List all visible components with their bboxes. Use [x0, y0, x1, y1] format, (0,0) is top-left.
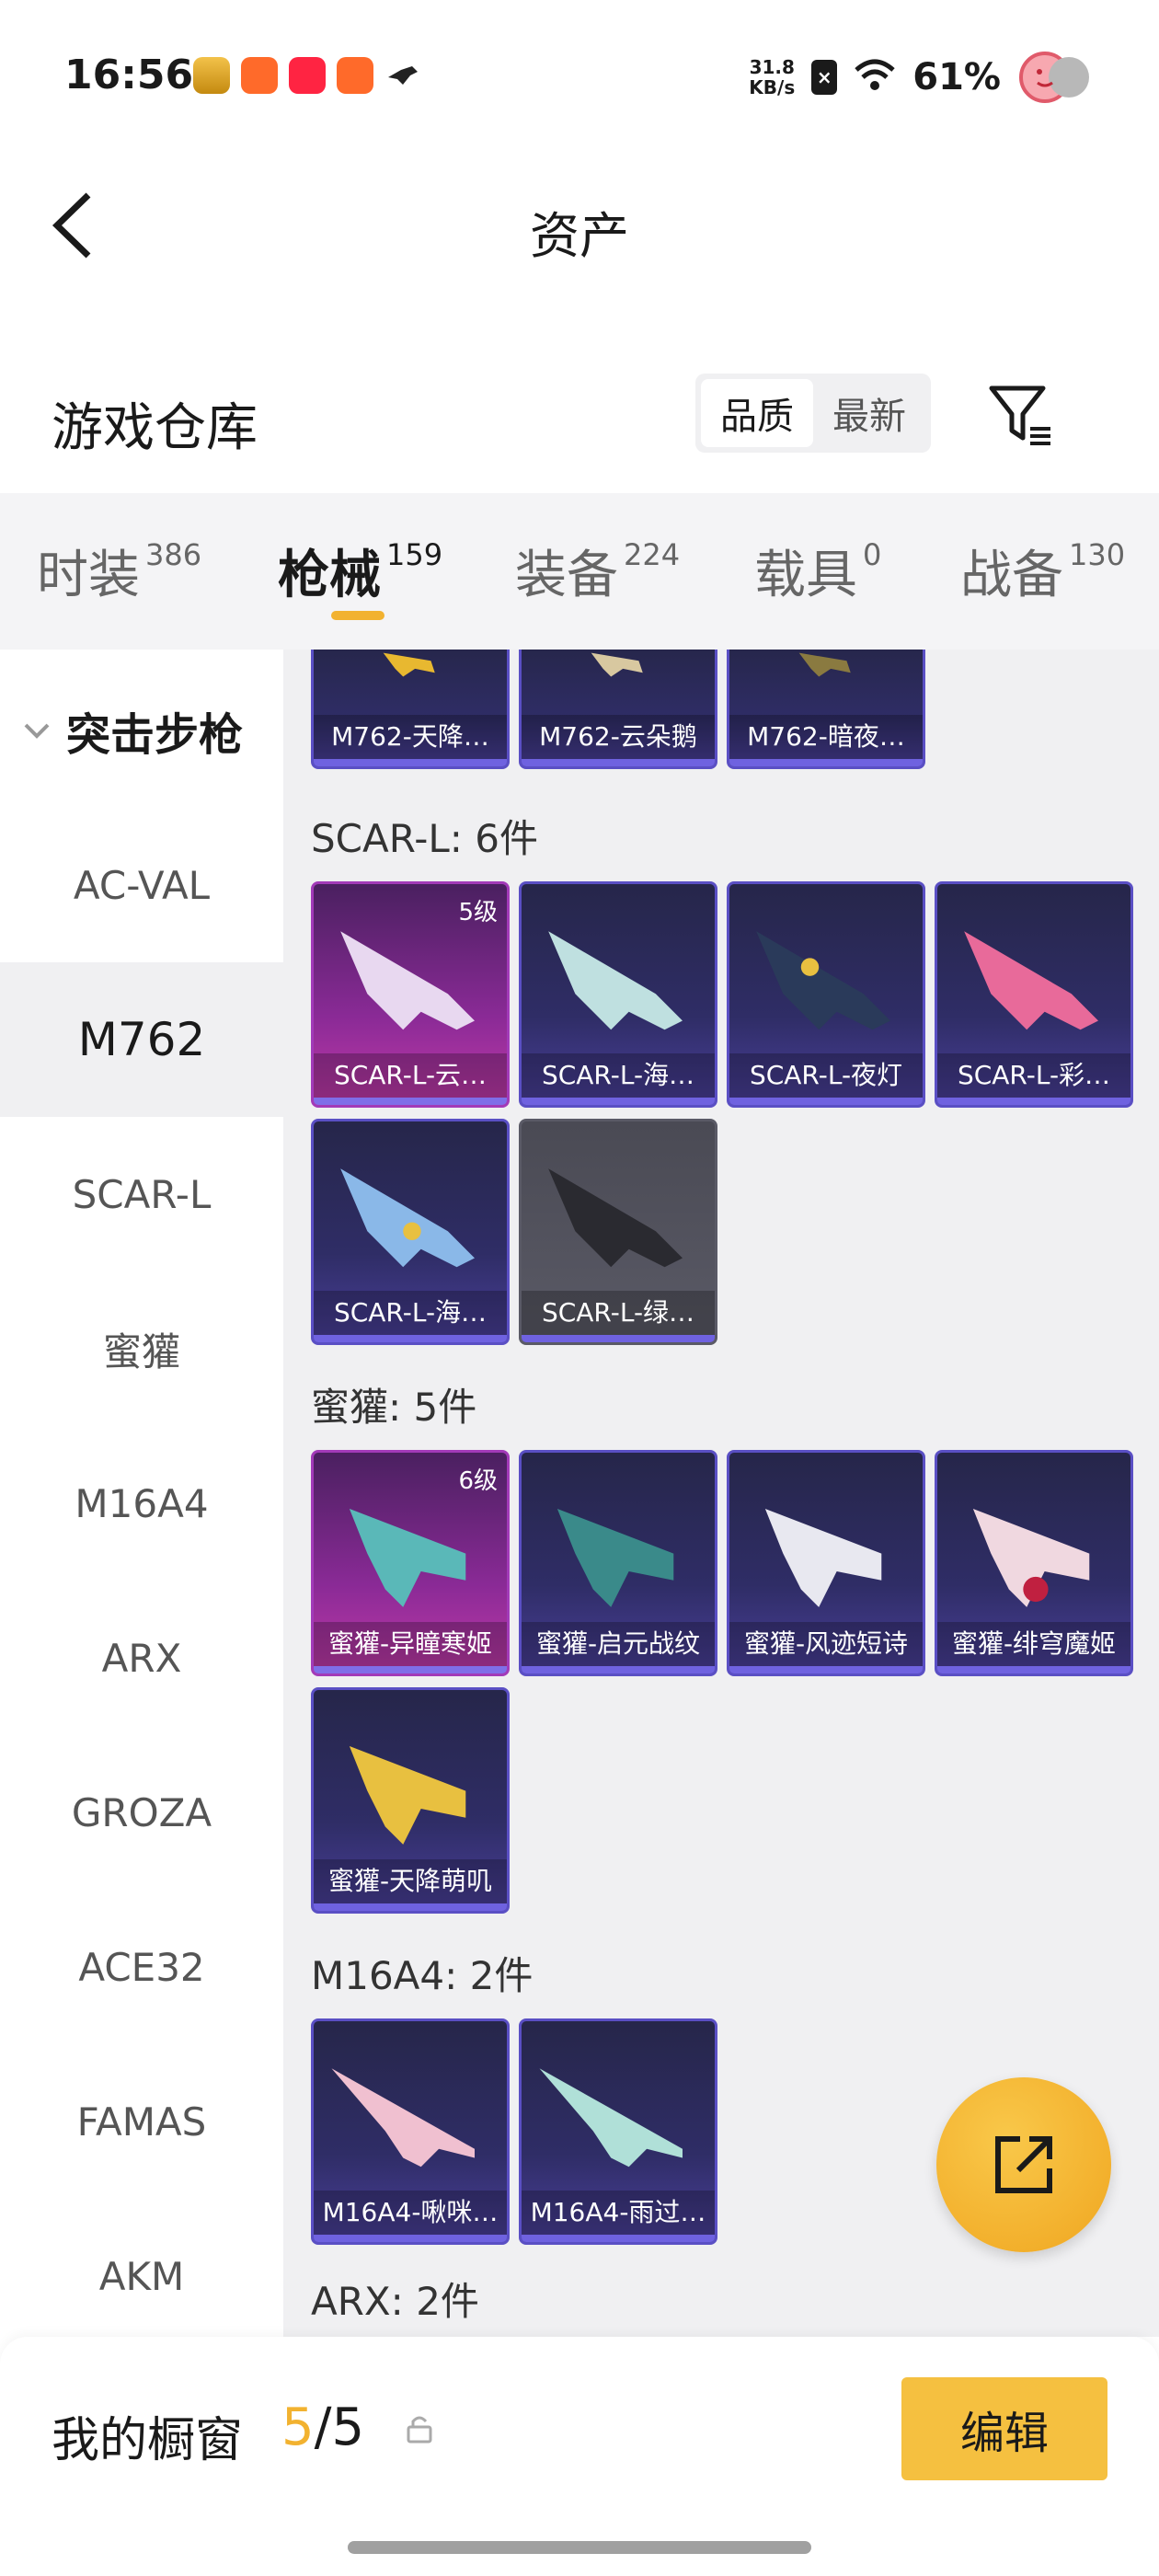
tab-vehicles[interactable]: 载具 0 [754, 534, 881, 608]
category-tabs: 时装 386 枪械 159 装备 224 载具 0 战备 130 [0, 493, 1159, 650]
game-app-icon [193, 57, 230, 94]
weapon-card[interactable]: SCAR-L-海… [519, 881, 717, 1108]
rifle-skin-image [331, 2068, 475, 2168]
rifle-skin-image [340, 931, 475, 1030]
showcase-count: 5/5 [281, 2398, 365, 2457]
edit-button[interactable]: 编辑 [901, 2377, 1107, 2480]
sort-latest-option[interactable]: 最新 [813, 379, 925, 447]
sort-toggle: 品质 最新 [695, 374, 931, 453]
rifle-skin-image [548, 1168, 683, 1268]
rifle-skin-image [340, 1168, 475, 1268]
sidebar-item-arx[interactable]: ARX [0, 1581, 283, 1735]
weapon-card[interactable]: 蜜獾-启元战纹 [519, 1450, 717, 1676]
rifle-skin-image [964, 931, 1098, 1030]
rifle-skin-image [383, 652, 435, 677]
sidebar-item-m16a4[interactable]: M16A4 [0, 1426, 283, 1581]
rifle-skin-image [539, 2068, 683, 2168]
weapon-card[interactable]: 5级 SCAR-L-云… [311, 881, 510, 1108]
group-label-m16a4: M16A4: 2件 [311, 1953, 534, 1998]
battery-icon [1017, 50, 1095, 105]
weapon-card[interactable]: M762-暗夜… [727, 650, 925, 769]
weapon-card[interactable]: M16A4-啾咪… [311, 2018, 510, 2245]
battery-level: 61% [912, 56, 1001, 98]
sort-quality-option[interactable]: 品质 [701, 379, 813, 447]
chevron-down-icon [24, 723, 50, 739]
sidebar-item-akm[interactable]: AKM [0, 2199, 283, 2337]
weapon-card[interactable]: SCAR-L-彩… [935, 881, 1133, 1108]
kuaishou-icon [241, 57, 278, 94]
weapon-card[interactable]: 蜜獾-绯穹魔姬 [935, 1450, 1133, 1676]
status-time: 16:56 [64, 52, 194, 98]
weapon-card[interactable]: M16A4-雨过… [519, 2018, 717, 2245]
rifle-skin-image [349, 1508, 466, 1607]
kuaishou-icon-2 [337, 57, 373, 94]
weapon-card[interactable]: SCAR-L-绿… [519, 1119, 717, 1345]
showcase-bar: 我的橱窗 5/5 编辑 [0, 2337, 1159, 2576]
rifle-skin-image [972, 1508, 1090, 1607]
rifle-skin-image [764, 1508, 882, 1607]
weapon-card[interactable]: M762-云朵鹅 [519, 650, 717, 769]
weapon-card[interactable]: 蜜獾-风迹短诗 [727, 1450, 925, 1676]
no-sim-icon: × [811, 60, 838, 95]
rifle-skin-image [591, 652, 643, 677]
sidebar-item-m762[interactable]: M762 [0, 962, 283, 1117]
notification-icons [193, 57, 421, 94]
filter-button[interactable] [986, 381, 1056, 451]
tab-firearms[interactable]: 枪械 159 [278, 534, 442, 608]
weapon-card[interactable]: SCAR-L-海… [311, 1119, 510, 1345]
share-icon [995, 2136, 1052, 2193]
sidebar-item-scar-l[interactable]: SCAR-L [0, 1117, 283, 1271]
filter-icon [989, 385, 1050, 445]
bird-icon [384, 57, 421, 94]
network-speed: 31.8 KB/s [749, 56, 796, 98]
wifi-icon [854, 57, 896, 98]
sidebar-item-ace32[interactable]: ACE32 [0, 1890, 283, 2044]
weapon-card[interactable]: M762-天降… [311, 650, 510, 769]
tab-fashion[interactable]: 时装 386 [37, 534, 201, 608]
sidebar-item-ac-val[interactable]: AC-VAL [0, 808, 283, 962]
status-bar: 16:56 31.8 KB/s × 61% [0, 0, 1159, 147]
title-bar: 资产 [0, 147, 1159, 304]
sidebar-item-honey-badger[interactable]: 蜜獾 [0, 1271, 283, 1426]
group-label-arx: ARX: 2件 [311, 2279, 479, 2324]
tab-supplies[interactable]: 战备 130 [960, 534, 1125, 608]
sidebar-item-groza[interactable]: GROZA [0, 1735, 283, 1890]
active-tab-indicator [331, 611, 384, 620]
rifle-skin-image [798, 652, 851, 677]
xiaohongshu-icon [289, 57, 326, 94]
weapon-card[interactable]: 蜜獾-天降萌叽 [311, 1687, 510, 1914]
showcase-label: 我的橱窗 [52, 2413, 244, 2468]
tab-equipment[interactable]: 装备 224 [515, 534, 680, 608]
group-label-scar-l: SCAR-L: 6件 [311, 816, 538, 861]
weapon-category-sidebar: 突击步枪 AC-VAL M762 SCAR-L 蜜獾 M16A4 ARX GRO… [0, 650, 283, 2337]
section-header: 游戏仓库 [0, 350, 1159, 478]
rifle-skin-image [557, 1508, 674, 1607]
rifle-skin-image [756, 931, 890, 1030]
sidebar-item-famas[interactable]: FAMAS [0, 2044, 283, 2199]
lock-icon [407, 2416, 432, 2444]
weapon-card[interactable]: 6级 蜜獾-异瞳寒姬 [311, 1450, 510, 1676]
page-title: 资产 [530, 207, 629, 265]
share-button[interactable] [936, 2077, 1111, 2252]
group-label-honey-badger: 蜜獾: 5件 [311, 1385, 477, 1430]
weapon-card[interactable]: SCAR-L-夜灯 [727, 881, 925, 1108]
sidebar-group-assault-rifles[interactable]: 突击步枪 [0, 653, 283, 808]
home-indicator[interactable] [348, 2541, 811, 2554]
rifle-skin-image [548, 931, 683, 1030]
rifle-skin-image [349, 1745, 466, 1845]
section-title: 游戏仓库 [52, 398, 258, 458]
